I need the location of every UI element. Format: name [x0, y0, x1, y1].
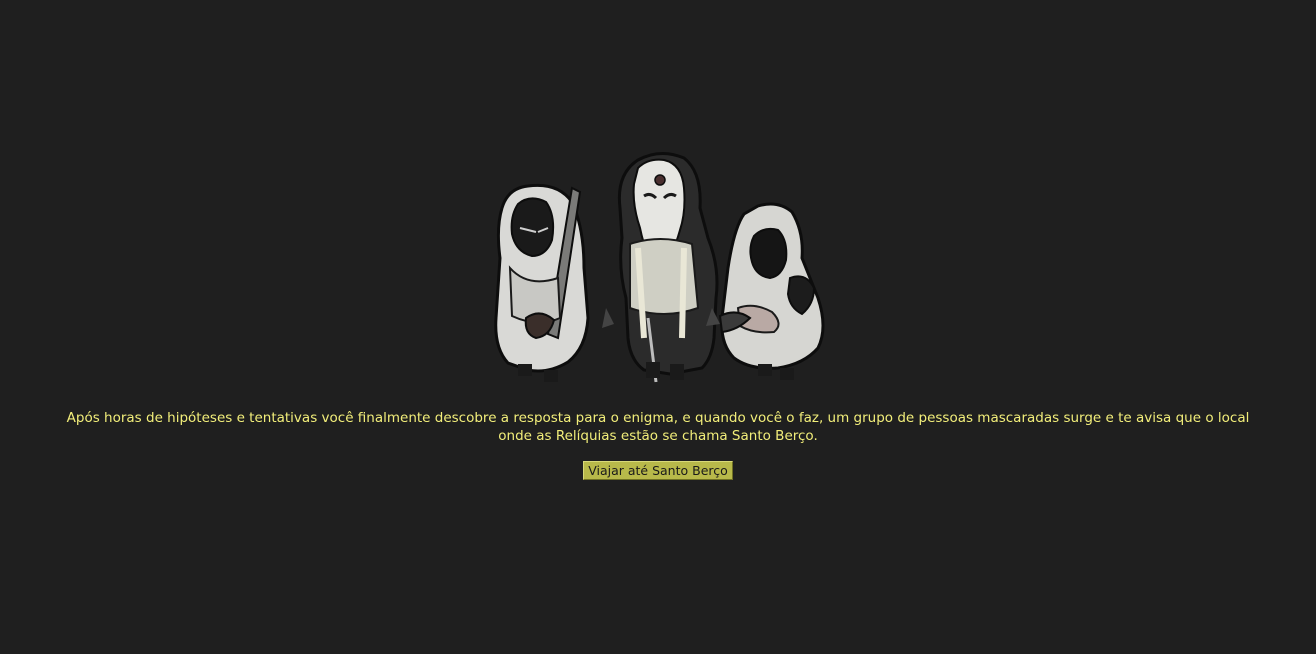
right-masked-figure: [718, 202, 825, 380]
masked-figures-illustration: [494, 152, 825, 383]
story-narrative: Após horas de hipóteses e tentativas voc…: [66, 410, 1250, 444]
left-masked-figure: [494, 183, 590, 382]
center-masked-figure: [602, 152, 720, 383]
game-screen: Após horas de hipóteses e tentativas voc…: [0, 0, 1316, 654]
travel-to-santo-berco-button[interactable]: Viajar até Santo Berço: [583, 461, 733, 480]
